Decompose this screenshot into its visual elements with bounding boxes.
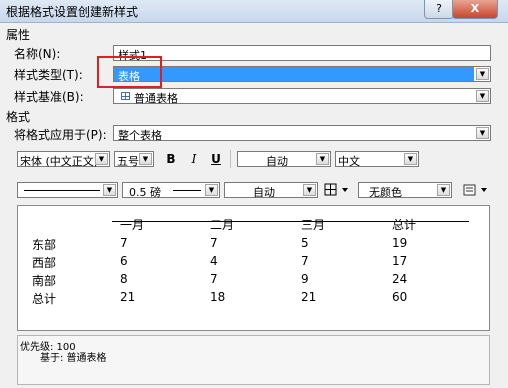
- preview-cell: 8: [120, 272, 128, 286]
- preview-header: 二月: [210, 218, 235, 232]
- preview-cell: 24: [392, 272, 408, 286]
- preview-header: 一月: [120, 218, 145, 232]
- style-type-select[interactable]: 表格 ▼: [113, 66, 491, 83]
- font-value: 宋体 (中文正文): [20, 155, 99, 168]
- underline-button[interactable]: U: [208, 151, 224, 167]
- preview-row-label: 总计: [32, 292, 57, 306]
- border-style-select[interactable]: ▼: [17, 182, 118, 198]
- preview-cell: 4: [210, 254, 218, 268]
- style-preview: 一月 二月 三月 总计 东部 7 7 5 19 西部 6 4 7 17 南部 8…: [17, 205, 490, 331]
- preview-cell: 9: [301, 272, 309, 286]
- preview-cell: 21: [120, 290, 136, 304]
- preview-cell: 19: [392, 236, 408, 250]
- based-on-select[interactable]: 普通表格 ▼: [113, 88, 491, 105]
- toolbar-separator: [230, 150, 231, 168]
- preview-cell: 7: [210, 236, 218, 250]
- based-on-label: 样式基准(B):: [14, 90, 84, 104]
- properties-section-label: 属性: [6, 28, 31, 42]
- preview-cell: 7: [210, 272, 218, 286]
- style-name-input[interactable]: 样式1: [113, 45, 491, 62]
- font-color-value: 自动: [266, 155, 288, 168]
- shading-select[interactable]: 无颜色 ▼: [358, 182, 452, 199]
- chevron-down-icon[interactable]: ▼: [476, 127, 489, 139]
- chevron-down-icon[interactable]: ▼: [103, 184, 116, 196]
- format-section-label: 格式: [6, 110, 31, 124]
- highlight-annotation: [97, 56, 162, 88]
- chevron-down-icon[interactable]: ▼: [476, 68, 489, 80]
- preview-header: 三月: [301, 218, 326, 232]
- alignment-button[interactable]: [462, 182, 492, 198]
- preview-row-label: 南部: [32, 274, 57, 288]
- shading-value: 无颜色: [369, 186, 402, 199]
- script-select[interactable]: 中文 ▼: [335, 151, 419, 168]
- chevron-down-icon[interactable]: ▼: [316, 153, 329, 165]
- borders-icon: [324, 183, 348, 196]
- chevron-down-icon[interactable]: ▼: [95, 153, 108, 165]
- chevron-down-icon[interactable]: ▼: [139, 153, 152, 165]
- style-type-highlight: [114, 67, 474, 81]
- preview-cell: 7: [120, 236, 128, 250]
- window-title: 根据格式设置创建新样式: [6, 5, 139, 19]
- script-value: 中文: [338, 155, 360, 168]
- apply-to-value: 整个表格: [118, 129, 162, 142]
- alignment-icon: [463, 184, 487, 196]
- italic-button[interactable]: I: [186, 151, 202, 167]
- apply-to-label: 将格式应用于(P):: [14, 128, 107, 142]
- preview-cell: 17: [392, 254, 408, 268]
- preview-cell: 60: [392, 290, 408, 304]
- title-bar: 根据格式设置创建新样式 ? X: [0, 0, 508, 23]
- chevron-down-icon[interactable]: ▼: [437, 184, 450, 196]
- border-color-select[interactable]: 自动 ▼: [224, 182, 318, 199]
- font-color-select[interactable]: 自动 ▼: [237, 151, 331, 168]
- preview-cell: 21: [301, 290, 317, 304]
- style-type-label: 样式类型(T):: [14, 68, 83, 82]
- chevron-down-icon[interactable]: ▼: [303, 184, 316, 196]
- preview-cell: 7: [301, 254, 309, 268]
- preview-row-label: 西部: [32, 256, 57, 270]
- bold-button[interactable]: B: [163, 151, 179, 167]
- border-weight-select[interactable]: 0.5 磅 ▼: [122, 182, 220, 199]
- apply-to-select[interactable]: 整个表格 ▼: [113, 125, 491, 142]
- border-weight-value: 0.5 磅: [129, 186, 161, 199]
- style-name-label: 名称(N):: [14, 47, 61, 61]
- based-on-text: 基于: 普通表格: [40, 353, 107, 364]
- preview-cell: 5: [301, 236, 309, 250]
- border-line-sample: [24, 190, 100, 191]
- help-button[interactable]: ?: [424, 0, 454, 19]
- border-color-value: 自动: [253, 186, 275, 199]
- preview-cell: 18: [210, 290, 226, 304]
- style-description: 优先级: 100 基于: 普通表格: [17, 335, 490, 385]
- font-size-value: 五号: [117, 155, 139, 168]
- preview-cell: 6: [120, 254, 128, 268]
- font-size-select[interactable]: 五号 ▼: [114, 151, 154, 168]
- table-icon: [121, 92, 130, 100]
- chevron-down-icon[interactable]: ▼: [205, 184, 218, 196]
- borders-button[interactable]: [323, 182, 353, 198]
- preview-header: 总计: [392, 218, 417, 232]
- preview-row-label: 东部: [32, 238, 57, 252]
- chevron-down-icon[interactable]: ▼: [476, 90, 489, 102]
- based-on-value: 普通表格: [134, 92, 178, 105]
- font-select[interactable]: 宋体 (中文正文) ▼: [17, 151, 110, 168]
- border-weight-sample: [173, 190, 201, 191]
- close-button[interactable]: X: [452, 0, 498, 19]
- chevron-down-icon[interactable]: ▼: [404, 153, 417, 165]
